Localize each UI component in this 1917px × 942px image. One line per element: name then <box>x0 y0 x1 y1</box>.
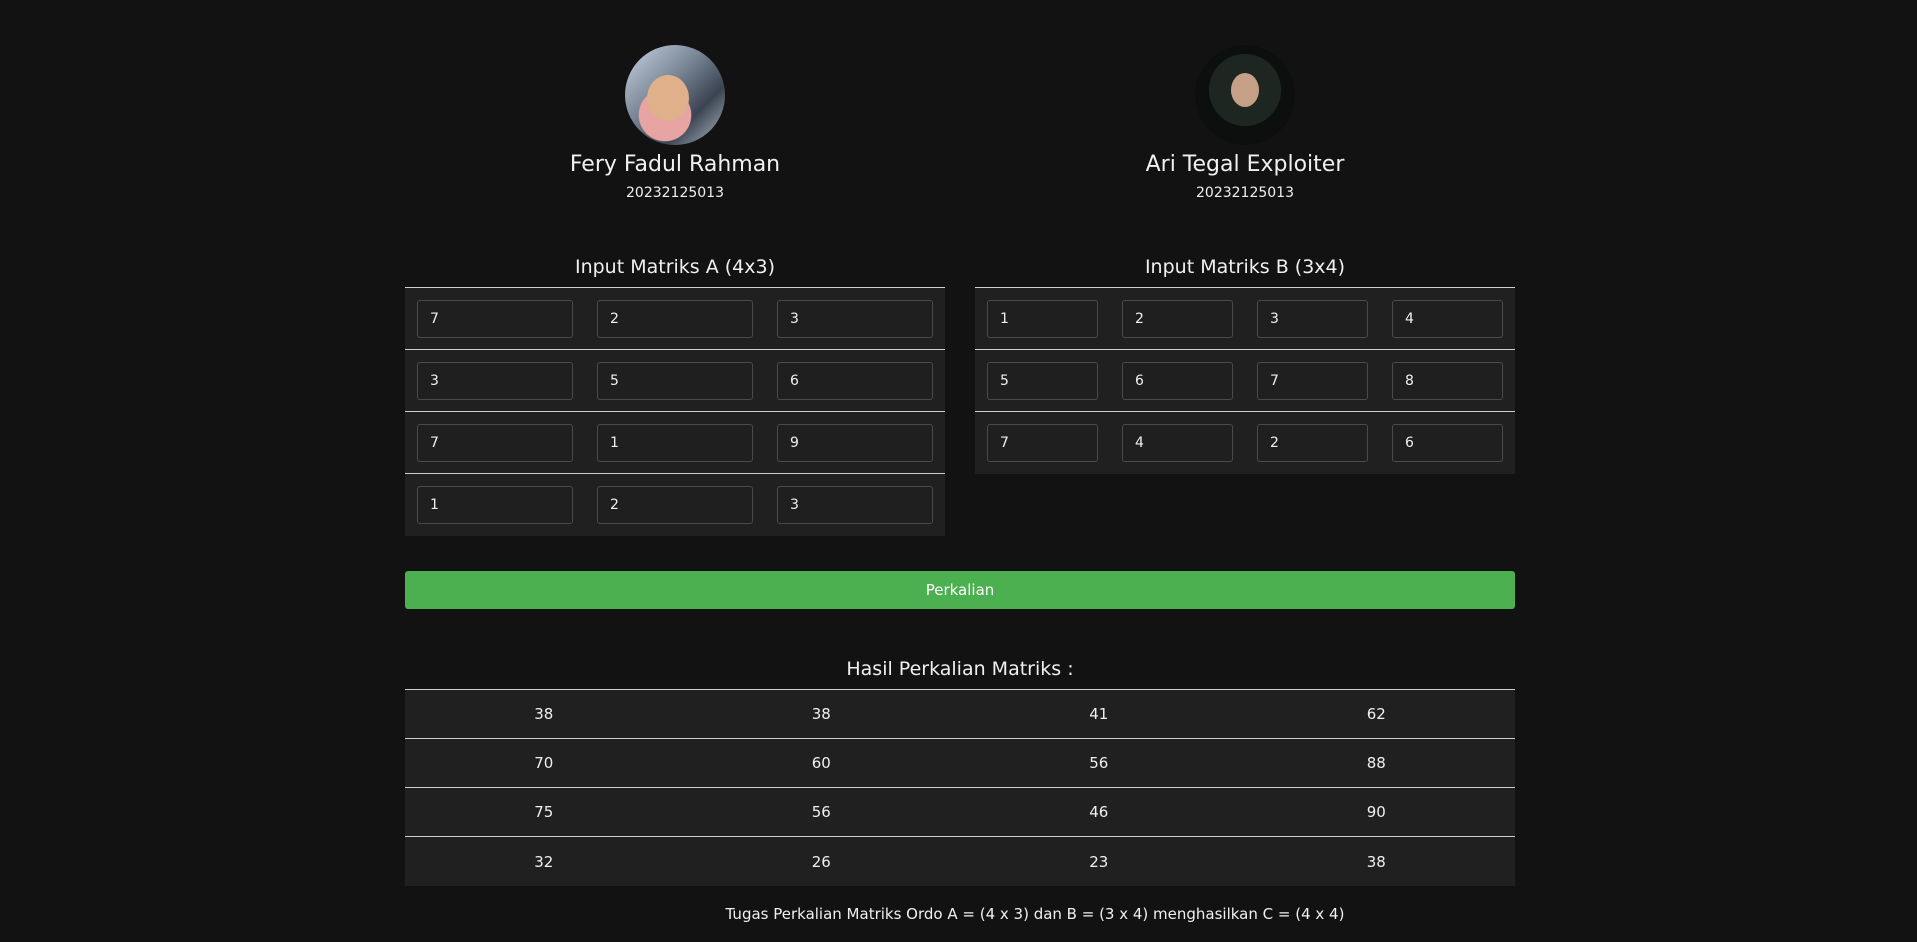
matrix-row <box>975 412 1515 474</box>
profile-name: Ari Tegal Exploiter <box>1145 152 1345 177</box>
matrixB-cell-input[interactable] <box>1257 424 1368 462</box>
result-cell: 32 <box>534 852 554 871</box>
result-title: Hasil Perkalian Matriks : <box>846 658 1074 680</box>
matrixA-cell-input[interactable] <box>597 423 753 462</box>
matrixA-cell-input[interactable] <box>417 299 573 338</box>
matrixA-cell-input[interactable] <box>777 423 933 462</box>
result-cell: 56 <box>1089 754 1109 772</box>
result-cell: 41 <box>1089 705 1109 723</box>
result-cell: 60 <box>811 754 831 772</box>
matrix-row <box>975 288 1515 350</box>
matrix-row <box>405 474 945 536</box>
matrixB-cell-input[interactable] <box>1122 299 1233 338</box>
result-cell: 46 <box>1089 803 1109 821</box>
multiply-button[interactable]: Perkalian <box>405 571 1515 609</box>
result-cell: 62 <box>1366 705 1386 723</box>
result-cell: 38 <box>811 705 831 723</box>
matrix-b-title: Input Matriks B (3x4) <box>1144 256 1346 278</box>
result-cell: 75 <box>534 803 554 821</box>
result-table: 38 38 41 62 70 60 56 88 75 56 46 90 32 26 23 38 <box>405 689 1515 886</box>
result-cell: 38 <box>1366 852 1386 871</box>
matrix-a-title: Input Matriks A (4x3) <box>574 256 776 278</box>
matrixB-cell-input[interactable] <box>1122 361 1233 400</box>
profile-card-1: Fery Fadul Rahman 20232125013 <box>525 45 825 201</box>
matrixA-cell-input[interactable] <box>777 299 933 338</box>
matrixB-cell-input[interactable] <box>987 424 1098 462</box>
profile-nim: 20232125013 <box>626 185 724 201</box>
avatar <box>625 45 725 145</box>
matrixA-cell-input[interactable] <box>417 361 573 400</box>
result-cell: 38 <box>534 705 554 723</box>
matrixB-cell-input[interactable] <box>1392 424 1503 462</box>
matrixB-cell-input[interactable] <box>1257 361 1368 400</box>
matrix-row <box>975 350 1515 412</box>
footer-note: Tugas Perkalian Matriks Ordo A = (4 x 3)… <box>725 905 1345 923</box>
matrixB-cell-input[interactable] <box>1257 299 1368 338</box>
result-cell: 90 <box>1366 803 1386 821</box>
matrixA-cell-input[interactable] <box>777 361 933 400</box>
profile-nim: 20232125013 <box>1196 185 1294 201</box>
result-cell: 70 <box>534 754 554 772</box>
matrix-row <box>405 350 945 412</box>
matrix-a-table <box>405 287 945 536</box>
profile-name: Fery Fadul Rahman <box>569 152 781 177</box>
matrix-row <box>405 412 945 474</box>
avatar <box>1195 45 1295 145</box>
table-row: 75 56 46 90 <box>405 788 1515 837</box>
matrixB-cell-input[interactable] <box>1392 361 1503 400</box>
matrixA-cell-input[interactable] <box>777 486 933 524</box>
matrix-b-table <box>975 287 1515 474</box>
matrixA-cell-input[interactable] <box>417 486 573 524</box>
result-cell: 26 <box>811 852 831 871</box>
table-row: 38 38 41 62 <box>405 690 1515 739</box>
table-row: 70 60 56 88 <box>405 739 1515 788</box>
matrix-row <box>405 288 945 350</box>
matrixA-cell-input[interactable] <box>597 361 753 400</box>
profile-card-2: Ari Tegal Exploiter 20232125013 <box>1095 45 1395 201</box>
table-row: 32 26 23 38 <box>405 837 1515 886</box>
matrixB-cell-input[interactable] <box>1122 424 1233 462</box>
result-cell: 23 <box>1089 852 1109 871</box>
matrixA-cell-input[interactable] <box>417 423 573 462</box>
result-cell: 88 <box>1366 754 1386 772</box>
matrixA-cell-input[interactable] <box>597 299 753 338</box>
matrixB-cell-input[interactable] <box>1392 299 1503 338</box>
matrixB-cell-input[interactable] <box>987 299 1098 338</box>
matrixA-cell-input[interactable] <box>597 486 753 524</box>
matrixB-cell-input[interactable] <box>987 361 1098 400</box>
result-cell: 56 <box>811 803 831 821</box>
